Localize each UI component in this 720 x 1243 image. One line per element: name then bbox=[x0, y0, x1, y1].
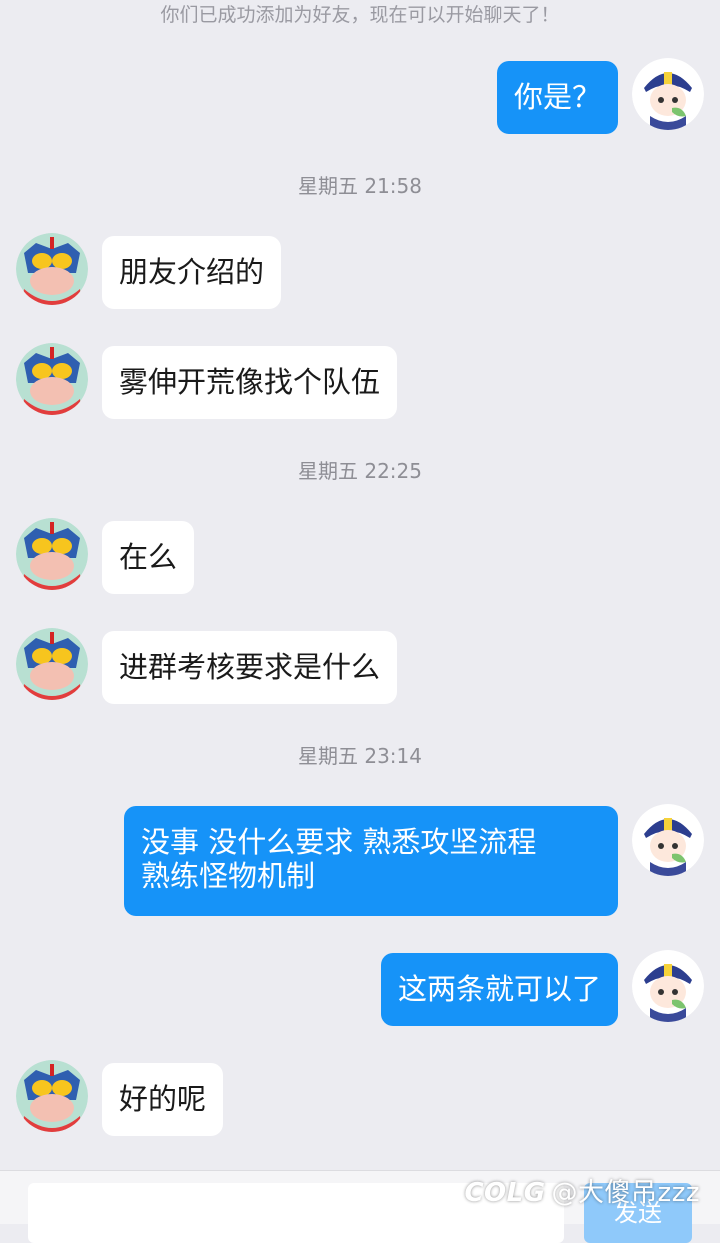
contact-avatar-icon[interactable] bbox=[16, 518, 88, 590]
contact-message-bubble[interactable]: 进群考核要求是什么 bbox=[102, 631, 398, 704]
contact-message-bubble[interactable]: 在么 bbox=[102, 521, 195, 594]
timestamp: 星期五 23:14 bbox=[298, 744, 422, 768]
message-row: 进群考核要求是什么 bbox=[0, 628, 720, 706]
my-avatar-icon[interactable] bbox=[632, 950, 704, 1022]
message-row: 你是？ bbox=[0, 58, 720, 136]
friend-added-notice: 你们已成功添加为好友，现在可以开始聊天了！ bbox=[160, 4, 560, 26]
my-avatar-icon[interactable] bbox=[632, 58, 704, 130]
timestamp: 星期五 21:58 bbox=[298, 174, 422, 198]
contact-message-bubble[interactable]: 好的呢 bbox=[102, 1063, 224, 1136]
message-row: 这两条就可以了 bbox=[0, 950, 720, 1028]
watermark-text: @大傻吊zzz bbox=[551, 1178, 700, 1208]
timestamp: 星期五 22:25 bbox=[298, 459, 422, 483]
message-row: 在么 bbox=[0, 518, 720, 596]
my-avatar-icon[interactable] bbox=[632, 804, 704, 876]
contact-avatar-icon[interactable] bbox=[16, 628, 88, 700]
my-message-bubble[interactable]: 你是？ bbox=[496, 61, 618, 134]
watermark: COLG @大傻吊zzz bbox=[464, 1172, 700, 1209]
contact-avatar-icon[interactable] bbox=[16, 233, 88, 305]
contact-avatar-icon[interactable] bbox=[16, 1060, 88, 1132]
contact-avatar-icon[interactable] bbox=[16, 343, 88, 415]
message-row: 没事 没什么要求 熟悉攻坚流程 熟练怪物机制 bbox=[0, 804, 720, 916]
message-row: 朋友介绍的 bbox=[0, 233, 720, 311]
message-row: 好的呢 bbox=[0, 1060, 720, 1138]
my-message-bubble[interactable]: 没事 没什么要求 熟悉攻坚流程 熟练怪物机制 bbox=[124, 806, 618, 916]
message-row: 雾伸开荒像找个队伍 bbox=[0, 343, 720, 421]
contact-message-bubble[interactable]: 雾伸开荒像找个队伍 bbox=[102, 346, 398, 419]
colg-logo: COLG bbox=[464, 1178, 546, 1208]
my-message-bubble[interactable]: 这两条就可以了 bbox=[380, 953, 618, 1026]
contact-message-bubble[interactable]: 朋友介绍的 bbox=[102, 236, 282, 309]
chat-history[interactable]: 你们已成功添加为好友，现在可以开始聊天了！ 你是？ 星期五 21:58 朋友介绍… bbox=[0, 0, 720, 1170]
